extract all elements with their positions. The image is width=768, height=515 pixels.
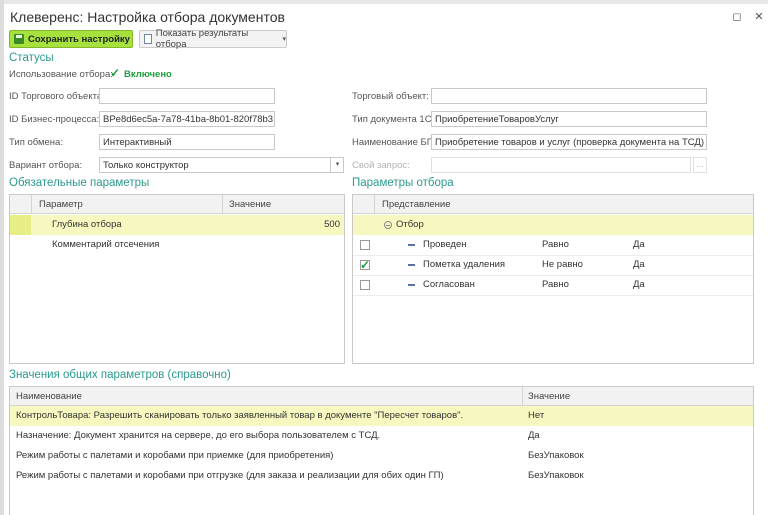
- minus-icon: [408, 244, 415, 246]
- filter-params-tree: Представление Отбор Проведен Равно Да ✓ …: [352, 194, 754, 364]
- chevron-down-icon: ▾: [282, 36, 286, 43]
- filter-name: Согласован: [423, 279, 475, 290]
- business-process-id-field[interactable]: BPe8d6ec5a-7a78-41ba-8b01-820f78b31cdb: [99, 111, 275, 127]
- table-header: Параметр Значение: [10, 195, 344, 214]
- table-row[interactable]: Режим работы с палетами и коробами при о…: [10, 466, 753, 486]
- common-param-name: КонтрольТовара: Разрешить сканировать то…: [16, 410, 464, 421]
- custom-query-label: Свой запрос:: [352, 160, 410, 171]
- group-name: Отбор: [396, 219, 424, 230]
- common-param-name: Назначение: Документ хранится на сервере…: [16, 430, 381, 441]
- filter-variant-value: Только конструктор: [103, 160, 189, 171]
- business-process-id-label: ID Бизнес-процесса:: [9, 114, 100, 125]
- table-row[interactable]: Комментарий отсечения: [10, 235, 344, 255]
- filter-condition: Равно: [542, 279, 569, 290]
- filter-name: Проведен: [423, 239, 467, 250]
- window-title: Клеверенс: Настройка отбора документов: [10, 9, 285, 25]
- background-strip-left: [0, 0, 4, 515]
- minus-icon: [408, 264, 415, 266]
- use-filter-value: Включено: [124, 69, 172, 80]
- filter-condition: Равно: [542, 239, 569, 250]
- column-header-param: Параметр: [39, 199, 83, 210]
- required-params-table: Параметр Значение Глубина отбора 500 Ком…: [9, 194, 345, 364]
- param-value: 500: [324, 219, 340, 230]
- table-row[interactable]: Глубина отбора 500: [10, 215, 344, 235]
- custom-query-select-button: ...: [693, 157, 707, 173]
- column-header-name: Наименование: [16, 391, 82, 402]
- common-params-title: Значения общих параметров (справочно): [9, 369, 231, 381]
- trade-object-id-label: ID Торгового объекта:: [9, 91, 105, 102]
- tree-group-row[interactable]: Отбор: [353, 215, 753, 235]
- floppy-icon: [14, 34, 24, 44]
- filter-row[interactable]: Согласован Равно Да: [353, 275, 753, 295]
- filter-name: Пометка удаления: [423, 259, 506, 270]
- title-bar: Клеверенс: Настройка отбора документов ◻…: [4, 4, 768, 28]
- common-param-name: Режим работы с палетами и коробами при п…: [16, 450, 334, 461]
- table-header: Представление: [353, 195, 753, 214]
- checkmark-icon: ✓: [360, 258, 371, 272]
- doc-type-1c-field[interactable]: ПриобретениеТоваровУслуг: [431, 111, 707, 127]
- save-settings-label: Сохранить настройку: [28, 33, 130, 45]
- trade-object-id-field[interactable]: [99, 88, 275, 104]
- show-results-button[interactable]: Показать результаты отбора ▾: [139, 28, 287, 50]
- common-param-value: БезУпаковок: [528, 470, 584, 481]
- trade-object-label: Торговый объект:: [352, 91, 429, 102]
- table-header: Наименование Значение: [10, 387, 753, 406]
- custom-query-field: [431, 157, 691, 173]
- bp-name-field[interactable]: Приобретение товаров и услуг (проверка д…: [431, 134, 707, 150]
- collapse-icon[interactable]: [384, 221, 392, 229]
- filter-row-checkbox[interactable]: [360, 280, 370, 290]
- common-param-value: БезУпаковок: [528, 450, 584, 461]
- filter-params-title: Параметры отбора: [352, 177, 454, 189]
- minus-icon: [408, 284, 415, 286]
- use-filter-label: Использование отбора:: [9, 69, 113, 80]
- bp-name-label: Наименование БП:: [352, 137, 437, 148]
- document-icon: [144, 34, 152, 44]
- filter-condition: Не равно: [542, 259, 583, 270]
- column-header-presentation: Представление: [382, 199, 451, 210]
- table-row[interactable]: Назначение: Документ хранится на сервере…: [10, 426, 753, 446]
- required-params-title: Обязательные параметры: [9, 177, 150, 189]
- exchange-type-label: Тип обмена:: [9, 137, 63, 148]
- common-param-name: Режим работы с палетами и коробами при о…: [16, 470, 444, 481]
- table-row[interactable]: Режим работы с палетами и коробами при п…: [10, 446, 753, 466]
- trade-object-field[interactable]: [431, 88, 707, 104]
- statuses-section-title: Статусы: [9, 52, 54, 64]
- maximize-icon[interactable]: ◻: [730, 10, 744, 23]
- column-header-value: Значение: [229, 199, 272, 210]
- chevron-down-icon[interactable]: ▾: [330, 158, 343, 172]
- filter-value: Да: [633, 259, 645, 270]
- filter-row[interactable]: ✓ Пометка удаления Не равно Да: [353, 255, 753, 275]
- save-settings-button[interactable]: Сохранить настройку: [9, 30, 133, 48]
- column-header-value: Значение: [528, 391, 571, 402]
- exchange-type-field[interactable]: Интерактивный: [99, 134, 275, 150]
- filter-variant-label: Вариант отбора:: [9, 160, 83, 171]
- filter-variant-select[interactable]: Только конструктор ▾: [99, 157, 344, 173]
- row-marker: [10, 215, 31, 235]
- checkmark-icon: ✓: [110, 66, 121, 80]
- common-params-table: Наименование Значение КонтрольТовара: Ра…: [9, 386, 754, 515]
- doc-type-1c-label: Тип документа 1С:: [352, 114, 435, 125]
- filter-value: Да: [633, 279, 645, 290]
- show-results-label: Показать результаты отбора: [155, 28, 249, 50]
- common-param-value: Нет: [528, 410, 545, 421]
- filter-row-checkbox[interactable]: [360, 240, 370, 250]
- param-name: Комментарий отсечения: [52, 239, 160, 250]
- filter-row[interactable]: Проведен Равно Да: [353, 235, 753, 255]
- close-icon[interactable]: ✕: [752, 10, 766, 23]
- param-name: Глубина отбора: [52, 219, 122, 230]
- filter-value: Да: [633, 239, 645, 250]
- common-param-value: Да: [528, 430, 540, 441]
- table-row[interactable]: КонтрольТовара: Разрешить сканировать то…: [10, 406, 753, 426]
